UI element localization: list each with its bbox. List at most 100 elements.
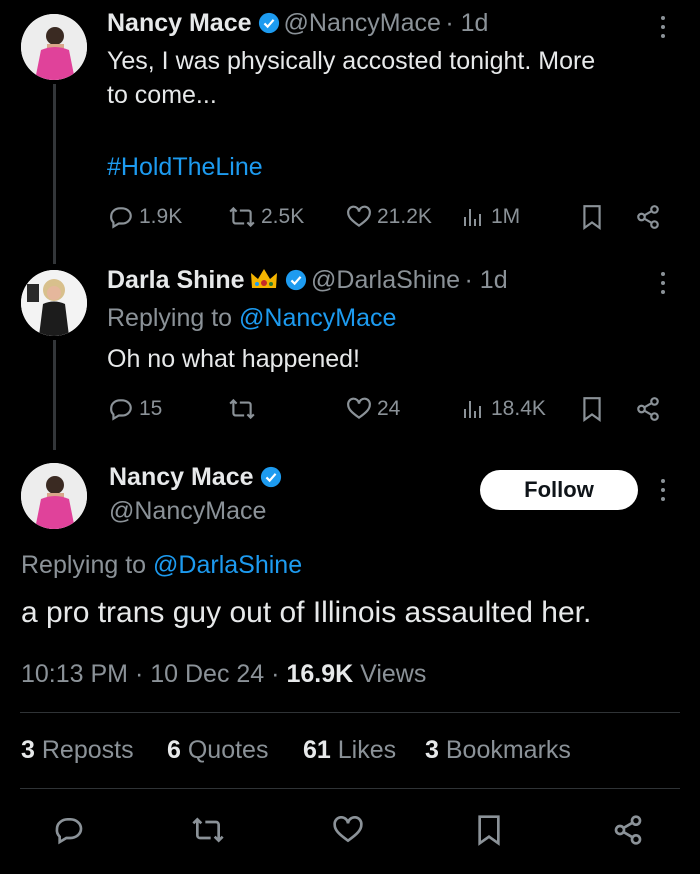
replying-to-link[interactable]: @NancyMace bbox=[239, 304, 396, 332]
tweet2-handle[interactable]: @DarlaShine bbox=[311, 266, 460, 294]
share-button[interactable] bbox=[634, 204, 662, 230]
replying-label: Replying to bbox=[21, 551, 147, 579]
tweet2-time[interactable]: · 1d bbox=[465, 266, 508, 294]
main-name-row: Nancy Mace bbox=[109, 463, 286, 492]
reply-button[interactable]: 1.9K bbox=[108, 204, 182, 230]
avatar-darla-shine[interactable] bbox=[21, 270, 87, 336]
views-count: 18.4K bbox=[491, 397, 546, 420]
verified-icon bbox=[258, 12, 279, 34]
main-name[interactable]: Nancy Mace bbox=[109, 463, 254, 491]
tweet1-handle[interactable]: @NancyMace bbox=[284, 9, 441, 37]
likes-label: Likes bbox=[337, 736, 397, 764]
reply-icon bbox=[110, 399, 132, 421]
like-icon bbox=[347, 397, 371, 419]
reply-button[interactable]: 15 bbox=[108, 396, 162, 422]
bookmark-icon bbox=[478, 815, 500, 846]
divider bbox=[20, 788, 680, 789]
main-meta: 10:13 PM · 10 Dec 24 · 16.9K Views bbox=[21, 660, 426, 689]
avatar-image bbox=[21, 270, 87, 336]
quotes-label: Quotes bbox=[187, 736, 269, 764]
main-handle[interactable]: @NancyMace bbox=[109, 497, 266, 526]
separator: · bbox=[134, 660, 144, 688]
reposts-label: Reposts bbox=[41, 736, 134, 764]
main-text: a pro trans guy out of Illinois assaulte… bbox=[21, 596, 592, 629]
views-button[interactable]: 18.4K bbox=[462, 396, 546, 422]
more-icon[interactable] bbox=[659, 272, 667, 299]
reposts-count: 3 bbox=[21, 736, 35, 764]
avatar-image bbox=[21, 14, 87, 80]
repost-icon bbox=[229, 206, 255, 228]
avatar-image bbox=[21, 463, 87, 529]
tweet1-text-line1: Yes, I was physically accosted tonight. … bbox=[107, 47, 596, 75]
reply-count: 1.9K bbox=[139, 205, 183, 228]
thread-line-1 bbox=[53, 84, 56, 264]
views-count: 1M bbox=[491, 205, 521, 228]
reply-icon bbox=[110, 207, 132, 229]
likes-count: 61 bbox=[303, 736, 331, 764]
crown-icon bbox=[251, 269, 278, 288]
verified-icon bbox=[285, 269, 307, 291]
likes-stat[interactable]: 61 Likes bbox=[303, 736, 396, 765]
repost-icon bbox=[229, 398, 255, 420]
bookmarks-stat[interactable]: 3 Bookmarks bbox=[425, 736, 571, 765]
more-icon[interactable] bbox=[659, 16, 667, 43]
like-count: 21.2K bbox=[377, 205, 432, 228]
like-count: 24 bbox=[377, 397, 401, 420]
reply-count: 15 bbox=[139, 397, 163, 420]
thread-line-2 bbox=[53, 340, 56, 450]
bookmark-button[interactable] bbox=[581, 396, 603, 422]
replying-to-link[interactable]: @DarlaShine bbox=[153, 551, 302, 579]
like-icon bbox=[347, 205, 371, 227]
verified-icon bbox=[260, 466, 281, 488]
main-views-label: Views bbox=[360, 660, 427, 688]
views-icon bbox=[464, 401, 481, 418]
tweet1-name[interactable]: Nancy Mace bbox=[107, 9, 252, 37]
tweet2-replying: Replying to @NancyMace bbox=[107, 301, 396, 335]
bookmarks-count: 3 bbox=[425, 736, 439, 764]
tweet2-text: Oh no what happened! bbox=[107, 345, 360, 373]
bookmark-icon bbox=[583, 205, 601, 230]
share-icon bbox=[637, 205, 659, 229]
avatar-nancy-mace[interactable] bbox=[21, 14, 87, 80]
share-icon bbox=[614, 815, 642, 845]
reposts-stat[interactable]: 3 Reposts bbox=[21, 736, 134, 765]
tweet1-text: Yes, I was physically accosted tonight. … bbox=[107, 44, 595, 112]
like-icon bbox=[333, 816, 363, 843]
tweet2-header: Darla Shine @DarlaShine · 1d bbox=[107, 266, 508, 295]
divider bbox=[20, 712, 680, 713]
separator: · bbox=[271, 660, 280, 688]
reply-button[interactable] bbox=[52, 814, 86, 846]
replying-label: Replying to bbox=[107, 304, 233, 332]
repost-count: 2.5K bbox=[261, 205, 305, 228]
quotes-stat[interactable]: 6 Quotes bbox=[167, 736, 268, 765]
reply-icon bbox=[55, 818, 83, 845]
bookmark-button[interactable] bbox=[475, 814, 503, 846]
tweet1-header: Nancy Mace @NancyMace · 1d bbox=[107, 9, 488, 38]
like-button[interactable] bbox=[331, 814, 365, 846]
bookmark-button[interactable] bbox=[581, 204, 603, 230]
repost-icon bbox=[192, 817, 224, 843]
bookmarks-label: Bookmarks bbox=[445, 736, 571, 764]
main-views-count: 16.9K bbox=[286, 660, 354, 688]
views-button[interactable]: 1M bbox=[462, 204, 520, 230]
avatar-nancy-mace-main[interactable] bbox=[21, 463, 87, 529]
bookmark-icon bbox=[583, 397, 601, 422]
tweet1-time[interactable]: · 1d bbox=[445, 9, 488, 37]
share-button[interactable] bbox=[634, 396, 662, 422]
follow-button[interactable]: Follow bbox=[480, 470, 638, 510]
repost-button[interactable]: 2.5K bbox=[228, 204, 304, 230]
repost-button[interactable] bbox=[228, 396, 256, 422]
share-icon bbox=[637, 397, 659, 421]
like-button[interactable]: 21.2K bbox=[346, 204, 432, 230]
like-button[interactable]: 24 bbox=[346, 396, 400, 422]
timestamp[interactable]: 10:13 PM bbox=[21, 660, 128, 688]
share-button[interactable] bbox=[611, 814, 645, 846]
views-icon bbox=[464, 209, 481, 226]
quotes-count: 6 bbox=[167, 736, 181, 764]
main-replying: Replying to @DarlaShine bbox=[21, 548, 302, 582]
repost-button[interactable] bbox=[190, 814, 226, 846]
hashtag-link[interactable]: #HoldTheLine bbox=[107, 150, 263, 184]
more-icon[interactable] bbox=[659, 479, 667, 506]
date[interactable]: 10 Dec 24 bbox=[150, 660, 264, 688]
tweet2-name[interactable]: Darla Shine bbox=[107, 266, 245, 294]
